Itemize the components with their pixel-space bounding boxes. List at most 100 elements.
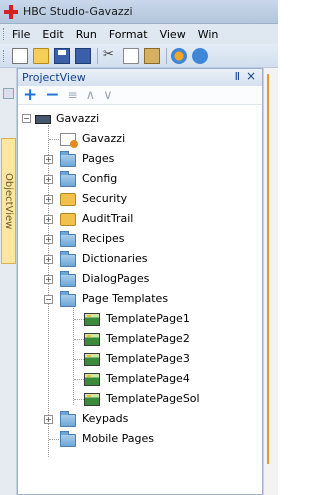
tree-node-label: Keypads bbox=[82, 412, 129, 425]
tree-node-label: Gavazzi bbox=[82, 132, 126, 145]
expand-toggle[interactable]: + bbox=[44, 215, 53, 224]
toolbar-grip[interactable] bbox=[3, 49, 6, 62]
menu-edit[interactable]: Edit bbox=[42, 28, 63, 41]
tree-node-label: TemplatePage3 bbox=[106, 352, 190, 365]
title-bar: HBC Studio-Gavazzi bbox=[0, 0, 278, 24]
menu-grip[interactable] bbox=[3, 28, 6, 40]
tree-node-label: TemplatePage4 bbox=[106, 372, 190, 385]
tree-node-label: Gavazzi bbox=[56, 112, 100, 125]
component-icon[interactable] bbox=[171, 47, 187, 64]
menu-bar: File Edit Run Format View Win bbox=[0, 24, 278, 44]
tree-node[interactable]: + Config bbox=[18, 169, 262, 189]
tree-node[interactable]: TemplatePage2 bbox=[18, 329, 262, 349]
tree-node-label: Dictionaries bbox=[82, 252, 148, 265]
open-folder-icon[interactable] bbox=[33, 47, 49, 64]
tab-objectview-label: ObjectView bbox=[3, 172, 14, 230]
tree-node-label: Mobile Pages bbox=[82, 432, 154, 445]
tree-node-root[interactable]: − Gavazzi bbox=[18, 109, 262, 129]
folder-icon bbox=[60, 171, 76, 187]
tree-node[interactable]: TemplatePageSol bbox=[18, 389, 262, 409]
tree-node-label: TemplatePageSol bbox=[106, 392, 200, 405]
tree-node-label: TemplatePage2 bbox=[106, 332, 190, 345]
project-file-icon bbox=[60, 133, 78, 148]
tree-node[interactable]: + Keypads bbox=[18, 409, 262, 429]
tree-node-label: Config bbox=[82, 172, 118, 185]
expand-toggle[interactable]: + bbox=[44, 155, 53, 164]
run-icon[interactable] bbox=[192, 47, 208, 64]
template-page-icon bbox=[84, 393, 100, 406]
menu-run[interactable]: Run bbox=[76, 28, 97, 41]
panel-header: ProjectView Ⅱ × bbox=[18, 69, 262, 86]
expand-toggle[interactable]: + bbox=[44, 415, 53, 424]
tree-node[interactable]: TemplatePage3 bbox=[18, 349, 262, 369]
project-tree: − Gavazzi Gavazzi + Pages + Config + Sec… bbox=[18, 105, 262, 457]
folder-icon bbox=[60, 431, 76, 447]
tree-node-label: Security bbox=[82, 192, 128, 205]
app-icon bbox=[4, 4, 18, 19]
tree-connector bbox=[74, 319, 84, 320]
copy-icon[interactable] bbox=[123, 47, 139, 64]
menu-file[interactable]: File bbox=[12, 28, 30, 41]
tree-node[interactable]: + Dictionaries bbox=[18, 249, 262, 269]
menu-format[interactable]: Format bbox=[109, 28, 148, 41]
panel-title: ProjectView bbox=[22, 71, 86, 84]
move-up-icon[interactable]: ∧ bbox=[86, 87, 96, 104]
expand-toggle[interactable]: + bbox=[44, 235, 53, 244]
collapse-toggle[interactable]: − bbox=[44, 295, 53, 304]
properties-icon[interactable]: ≡ bbox=[68, 87, 78, 104]
tree-node[interactable]: + Recipes bbox=[18, 229, 262, 249]
tab-objectview[interactable]: ObjectView bbox=[1, 138, 16, 264]
cut-icon[interactable] bbox=[102, 47, 118, 64]
lock-icon bbox=[60, 213, 76, 226]
expand-toggle[interactable]: + bbox=[44, 255, 53, 264]
tree-node[interactable]: + Security bbox=[18, 189, 262, 209]
tree-connector bbox=[74, 379, 84, 380]
folder-open-icon bbox=[60, 291, 76, 307]
tree-connector bbox=[74, 339, 84, 340]
tree-connector bbox=[74, 399, 84, 400]
tree-node[interactable]: Mobile Pages bbox=[18, 429, 262, 449]
close-icon[interactable]: × bbox=[246, 69, 256, 83]
template-page-icon bbox=[84, 353, 100, 366]
save-icon[interactable] bbox=[54, 47, 70, 64]
move-down-icon[interactable]: ∨ bbox=[103, 87, 113, 104]
left-dock-strip: ObjectView bbox=[0, 68, 17, 495]
lock-icon bbox=[60, 193, 76, 206]
collapse-toggle[interactable]: − bbox=[22, 114, 31, 123]
project-root-icon bbox=[35, 115, 51, 124]
panel-toolbar: + − ≡ ∧ ∨ bbox=[18, 86, 262, 105]
dock-pin-icon[interactable] bbox=[3, 88, 14, 99]
tree-node[interactable]: + AuditTrail bbox=[18, 209, 262, 229]
menu-view[interactable]: View bbox=[160, 28, 186, 41]
template-page-icon bbox=[84, 313, 100, 326]
folder-icon bbox=[60, 251, 76, 267]
tree-node-label: Page Templates bbox=[82, 292, 169, 305]
remove-icon[interactable]: − bbox=[45, 86, 59, 104]
editor-area-edge bbox=[263, 68, 278, 495]
tree-node[interactable]: + DialogPages bbox=[18, 269, 262, 289]
menu-window[interactable]: Win bbox=[198, 28, 219, 41]
tree-node-label: TemplatePage1 bbox=[106, 312, 190, 325]
add-icon[interactable]: + bbox=[23, 86, 37, 104]
save-all-icon[interactable] bbox=[75, 47, 91, 64]
folder-icon bbox=[60, 151, 76, 167]
tree-connector bbox=[74, 359, 84, 360]
folder-icon bbox=[60, 411, 76, 427]
expand-toggle[interactable]: + bbox=[44, 175, 53, 184]
tree-node[interactable]: + Pages bbox=[18, 149, 262, 169]
expand-toggle[interactable]: + bbox=[44, 195, 53, 204]
folder-icon bbox=[60, 271, 76, 287]
template-page-icon bbox=[84, 373, 100, 386]
tree-node-label: AuditTrail bbox=[82, 212, 134, 225]
tree-node[interactable]: − Page Templates bbox=[18, 289, 262, 309]
new-file-icon[interactable] bbox=[12, 47, 28, 64]
expand-toggle[interactable]: + bbox=[44, 275, 53, 284]
paste-icon[interactable] bbox=[144, 47, 160, 64]
pin-icon[interactable]: Ⅱ bbox=[235, 70, 240, 83]
tree-node[interactable]: TemplatePage1 bbox=[18, 309, 262, 329]
project-view-panel: ProjectView Ⅱ × + − ≡ ∧ ∨ − Gavazzi Gava… bbox=[17, 68, 263, 495]
tree-node[interactable]: TemplatePage4 bbox=[18, 369, 262, 389]
toolbar-separator bbox=[166, 47, 167, 64]
tree-node[interactable]: Gavazzi bbox=[18, 129, 262, 149]
template-page-icon bbox=[84, 333, 100, 346]
